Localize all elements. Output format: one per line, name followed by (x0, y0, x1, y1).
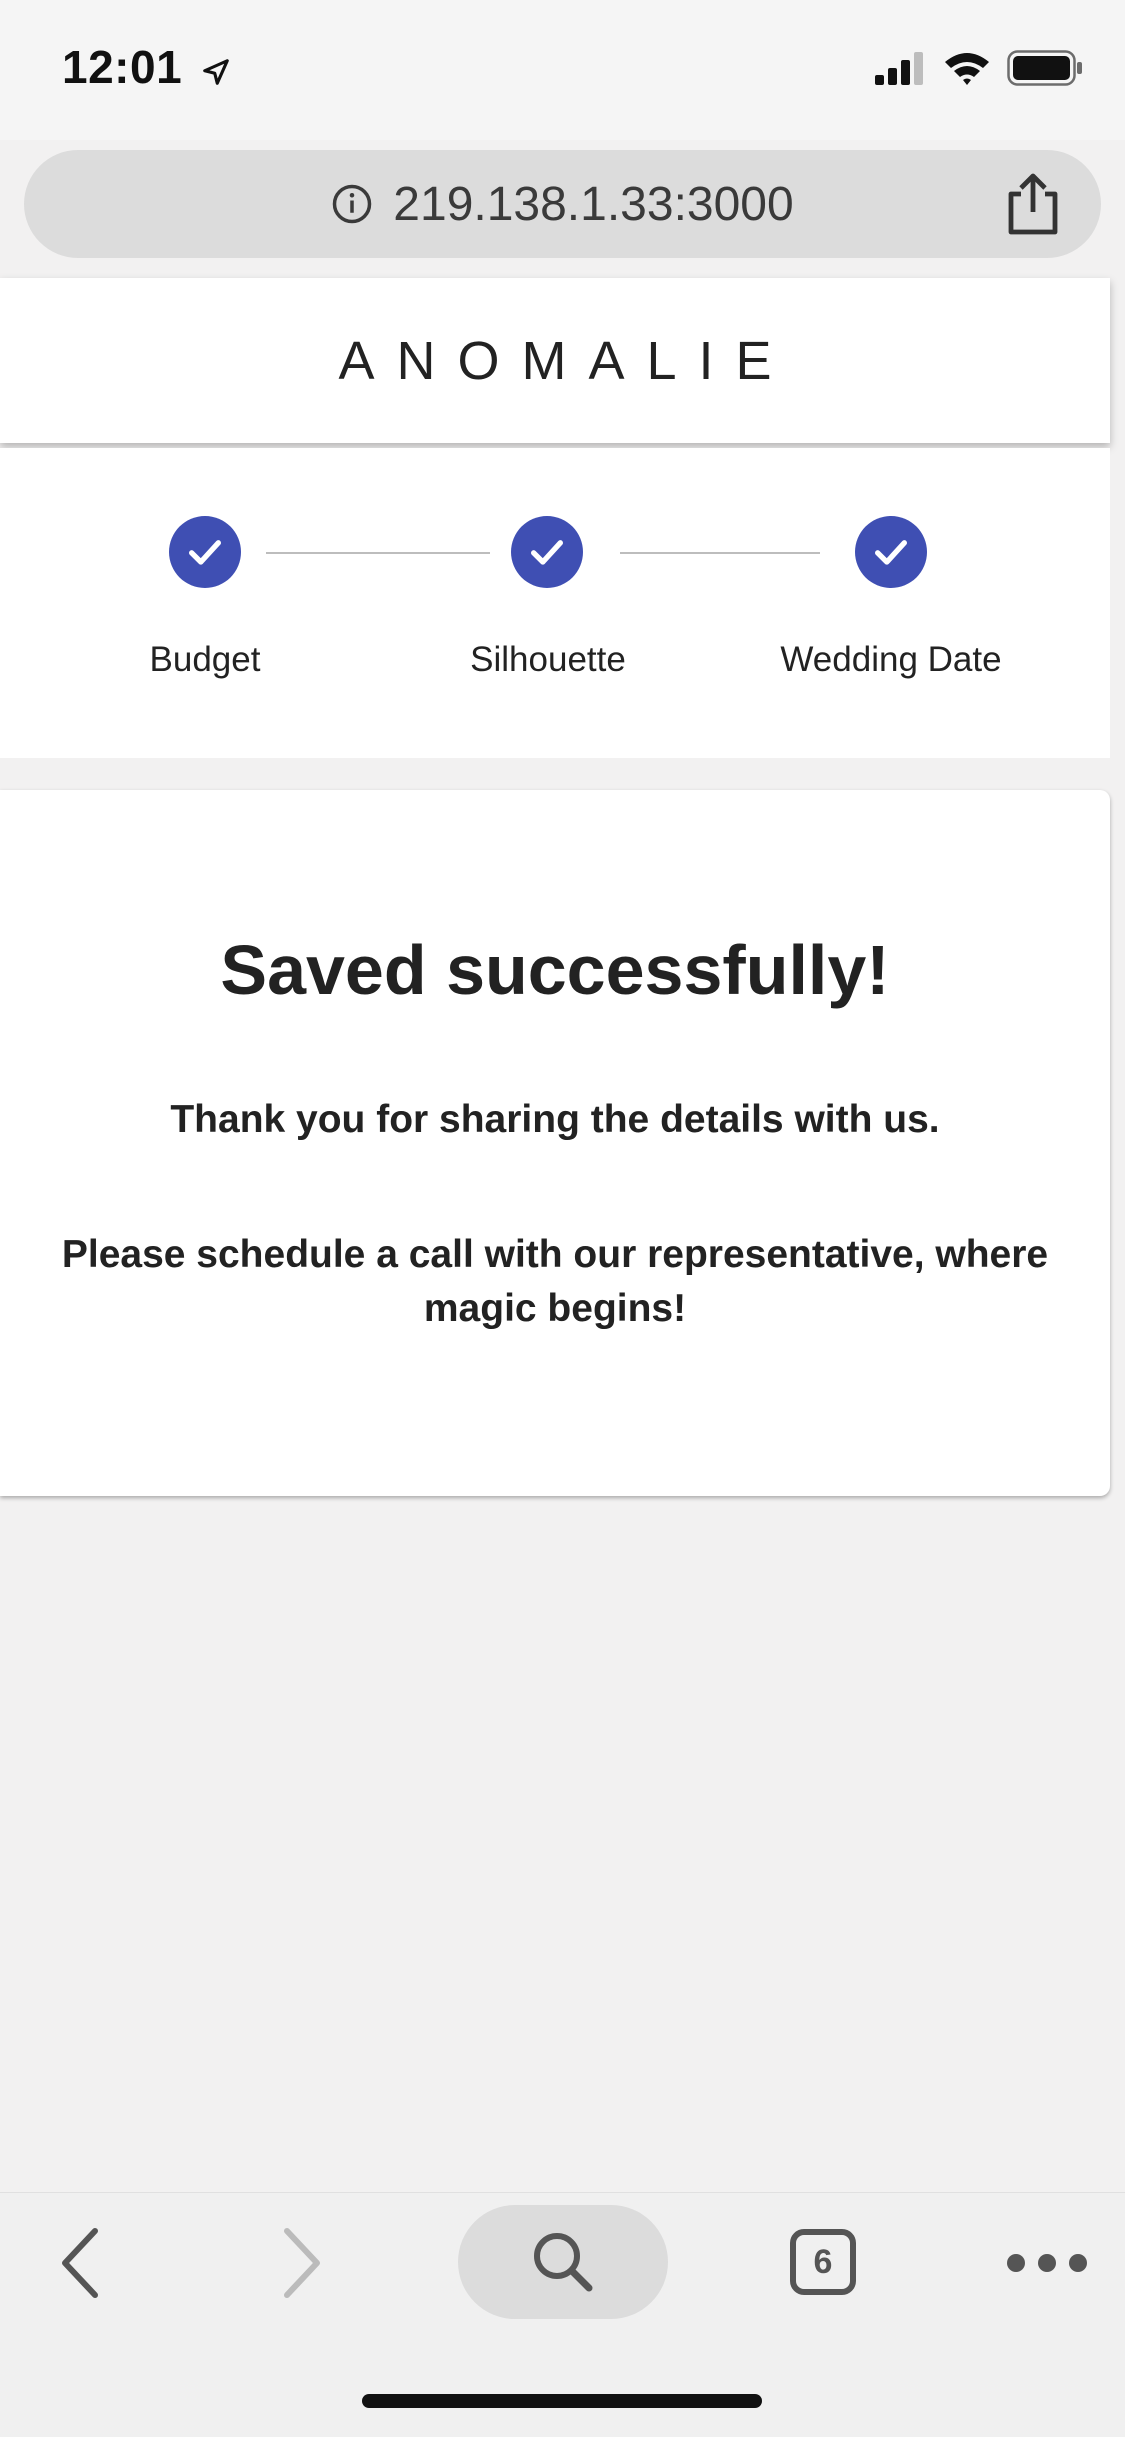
status-bar: 12:01 (0, 0, 1125, 140)
tab-count: 6 (813, 2242, 833, 2281)
search-icon (534, 2233, 593, 2292)
battery-icon (1007, 50, 1082, 86)
step-connector (266, 552, 490, 554)
step-budget-check-icon (169, 516, 241, 588)
address-bar[interactable]: 219.138.1.33:3000 (24, 150, 1101, 258)
back-arrow-icon (62, 2228, 98, 2298)
address-content: 219.138.1.33:3000 (24, 150, 1101, 258)
wifi-icon (945, 53, 989, 85)
forward-arrow-icon (284, 2228, 320, 2298)
tabs-icon[interactable]: 6 (790, 2229, 856, 2295)
location-arrow-icon (203, 59, 230, 85)
more-icon (1007, 2254, 1087, 2272)
step-label-silhouette[interactable]: Silhouette (398, 640, 698, 680)
step-connector (620, 552, 820, 554)
success-title: Saved successfully! (220, 931, 890, 1009)
url-text[interactable]: 219.138.1.33:3000 (393, 177, 793, 232)
schedule-message: Please schedule a call with our represen… (61, 1233, 1049, 1330)
forward-button[interactable] (262, 2223, 342, 2303)
back-button[interactable] (40, 2223, 120, 2303)
search-button[interactable] (458, 2205, 668, 2319)
thanks-message: Thank you for sharing the details with u… (170, 1098, 940, 1141)
step-label-budget[interactable]: Budget (55, 640, 355, 680)
status-time: 12:01 (62, 40, 231, 94)
info-icon[interactable] (331, 183, 373, 225)
status-icons (875, 50, 1083, 86)
step-label-wedding-date[interactable]: Wedding Date (741, 640, 1041, 680)
share-icon[interactable] (1003, 172, 1063, 236)
more-button[interactable] (1002, 2223, 1092, 2303)
success-card: Saved successfully! Thank you for sharin… (0, 790, 1110, 1496)
app-header: ANOMALIE (0, 278, 1110, 443)
progress-stepper: Budget Silhouette Wedding Date (0, 448, 1110, 758)
home-indicator[interactable] (362, 2394, 762, 2408)
time-text: 12:01 (62, 41, 183, 93)
cellular-signal-icon (875, 52, 923, 85)
step-silhouette-check-icon (511, 516, 583, 588)
brand-logo[interactable]: ANOMALIE (316, 330, 793, 392)
step-wedding-date-check-icon (855, 516, 927, 588)
